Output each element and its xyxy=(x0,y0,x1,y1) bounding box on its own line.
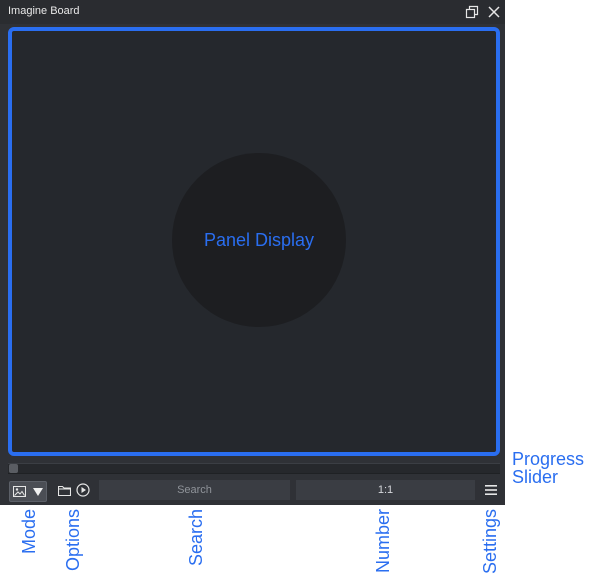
callout-options: Options xyxy=(63,509,83,572)
number-field[interactable] xyxy=(296,480,475,500)
folder-icon[interactable] xyxy=(56,482,72,498)
panel-display[interactable]: Panel Display xyxy=(8,27,500,456)
progress-slider-handle[interactable] xyxy=(9,464,18,473)
panel-placeholder-circle: Panel Display xyxy=(172,153,346,327)
image-icon xyxy=(13,486,27,497)
panel-display-label: Panel Display xyxy=(203,229,315,250)
window-title: Imagine Board xyxy=(8,5,80,17)
close-icon[interactable] xyxy=(486,4,502,20)
restore-window-icon[interactable] xyxy=(464,4,480,20)
callout-search: Search xyxy=(186,509,206,567)
callout-settings: Settings xyxy=(480,509,500,575)
progress-slider[interactable] xyxy=(8,463,500,474)
callout-progress-line1: Progress xyxy=(512,449,585,469)
callout-progress-slider: Progress Slider xyxy=(512,450,584,486)
callout-number: Number xyxy=(373,509,393,574)
play-icon[interactable] xyxy=(75,482,91,498)
title-bar[interactable]: Imagine Board xyxy=(0,0,505,24)
mode-button[interactable] xyxy=(9,481,47,502)
search-input[interactable] xyxy=(99,480,290,500)
chevron-down-icon xyxy=(32,487,43,496)
callout-mode: Mode xyxy=(19,509,39,555)
imagine-board-window: Imagine Board Panel Display xyxy=(0,0,505,505)
callout-slider-line2: Slider xyxy=(512,467,559,487)
bottom-toolbar xyxy=(0,478,505,505)
settings-menu-icon[interactable] xyxy=(483,482,499,498)
